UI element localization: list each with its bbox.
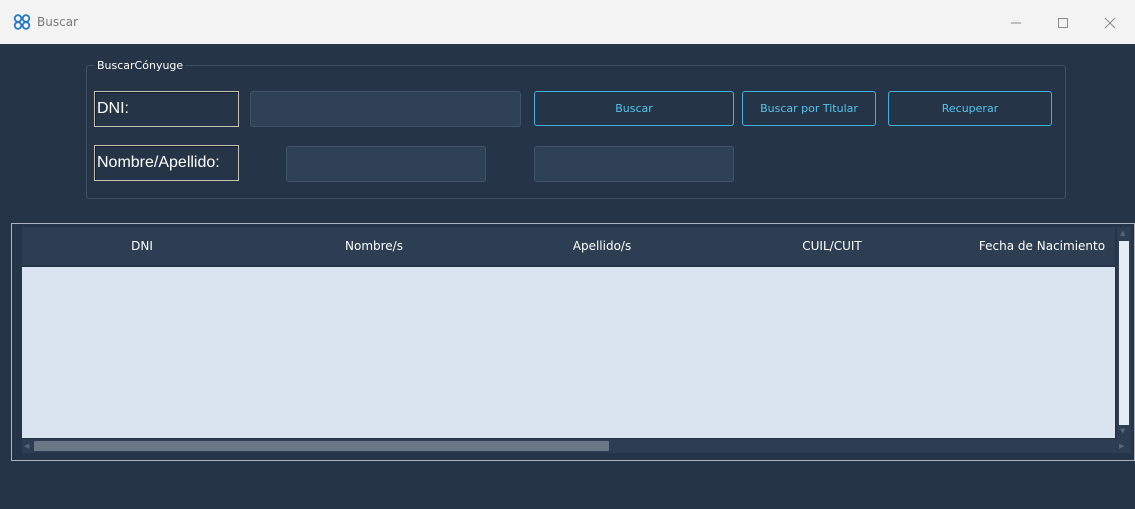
close-button[interactable] xyxy=(1090,9,1130,37)
apellido-input[interactable] xyxy=(534,146,734,182)
column-header-fecha-nacimiento[interactable]: Fecha de Nacimiento xyxy=(972,227,1112,265)
title-bar: Buscar xyxy=(0,0,1135,44)
scroll-right-icon[interactable]: ▶ xyxy=(1119,442,1124,450)
client-area: BuscarCónyuge DNI: Nombre/Apellido: Busc… xyxy=(0,44,1135,509)
nombre-apellido-label: Nombre/Apellido: xyxy=(94,145,239,181)
nombre-input[interactable] xyxy=(286,146,486,182)
buscar-button[interactable]: Buscar xyxy=(534,91,734,126)
column-header-apellidos[interactable]: Apellido/s xyxy=(522,227,682,265)
vertical-scrollbar[interactable]: ▲ ▼ xyxy=(1117,227,1131,439)
groupbox-title: BuscarCónyuge xyxy=(94,59,187,72)
close-icon xyxy=(1104,17,1116,29)
recuperar-button[interactable]: Recuperar xyxy=(888,91,1052,126)
buscar-por-titular-button[interactable]: Buscar por Titular xyxy=(742,91,876,126)
horizontal-scrollbar-thumb[interactable] xyxy=(34,441,609,451)
maximize-icon xyxy=(1058,18,1068,28)
scroll-left-icon[interactable]: ◀ xyxy=(24,442,29,450)
dni-label: DNI: xyxy=(94,91,239,127)
minimize-button[interactable] xyxy=(996,9,1036,37)
minimize-icon xyxy=(1011,22,1021,24)
column-header-nombres[interactable]: Nombre/s xyxy=(294,227,454,265)
scroll-up-icon[interactable]: ▲ xyxy=(1120,229,1125,237)
vertical-scrollbar-thumb[interactable] xyxy=(1119,241,1129,425)
app-icon xyxy=(13,14,31,30)
grid-body[interactable] xyxy=(22,267,1115,438)
results-grid[interactable]: DNI Nombre/s Apellido/s CUIL/CUIT Fecha … xyxy=(11,223,1135,461)
maximize-button[interactable] xyxy=(1043,9,1083,37)
window-title: Buscar xyxy=(37,15,78,29)
column-header-cuil-cuit[interactable]: CUIL/CUIT xyxy=(752,227,912,265)
horizontal-scrollbar[interactable]: ◀ ▶ xyxy=(22,439,1131,453)
scroll-down-icon[interactable]: ▼ xyxy=(1120,427,1125,435)
dni-input[interactable] xyxy=(250,91,521,127)
column-header-dni[interactable]: DNI xyxy=(62,227,222,265)
grid-header: DNI Nombre/s Apellido/s CUIL/CUIT Fecha … xyxy=(22,227,1115,265)
